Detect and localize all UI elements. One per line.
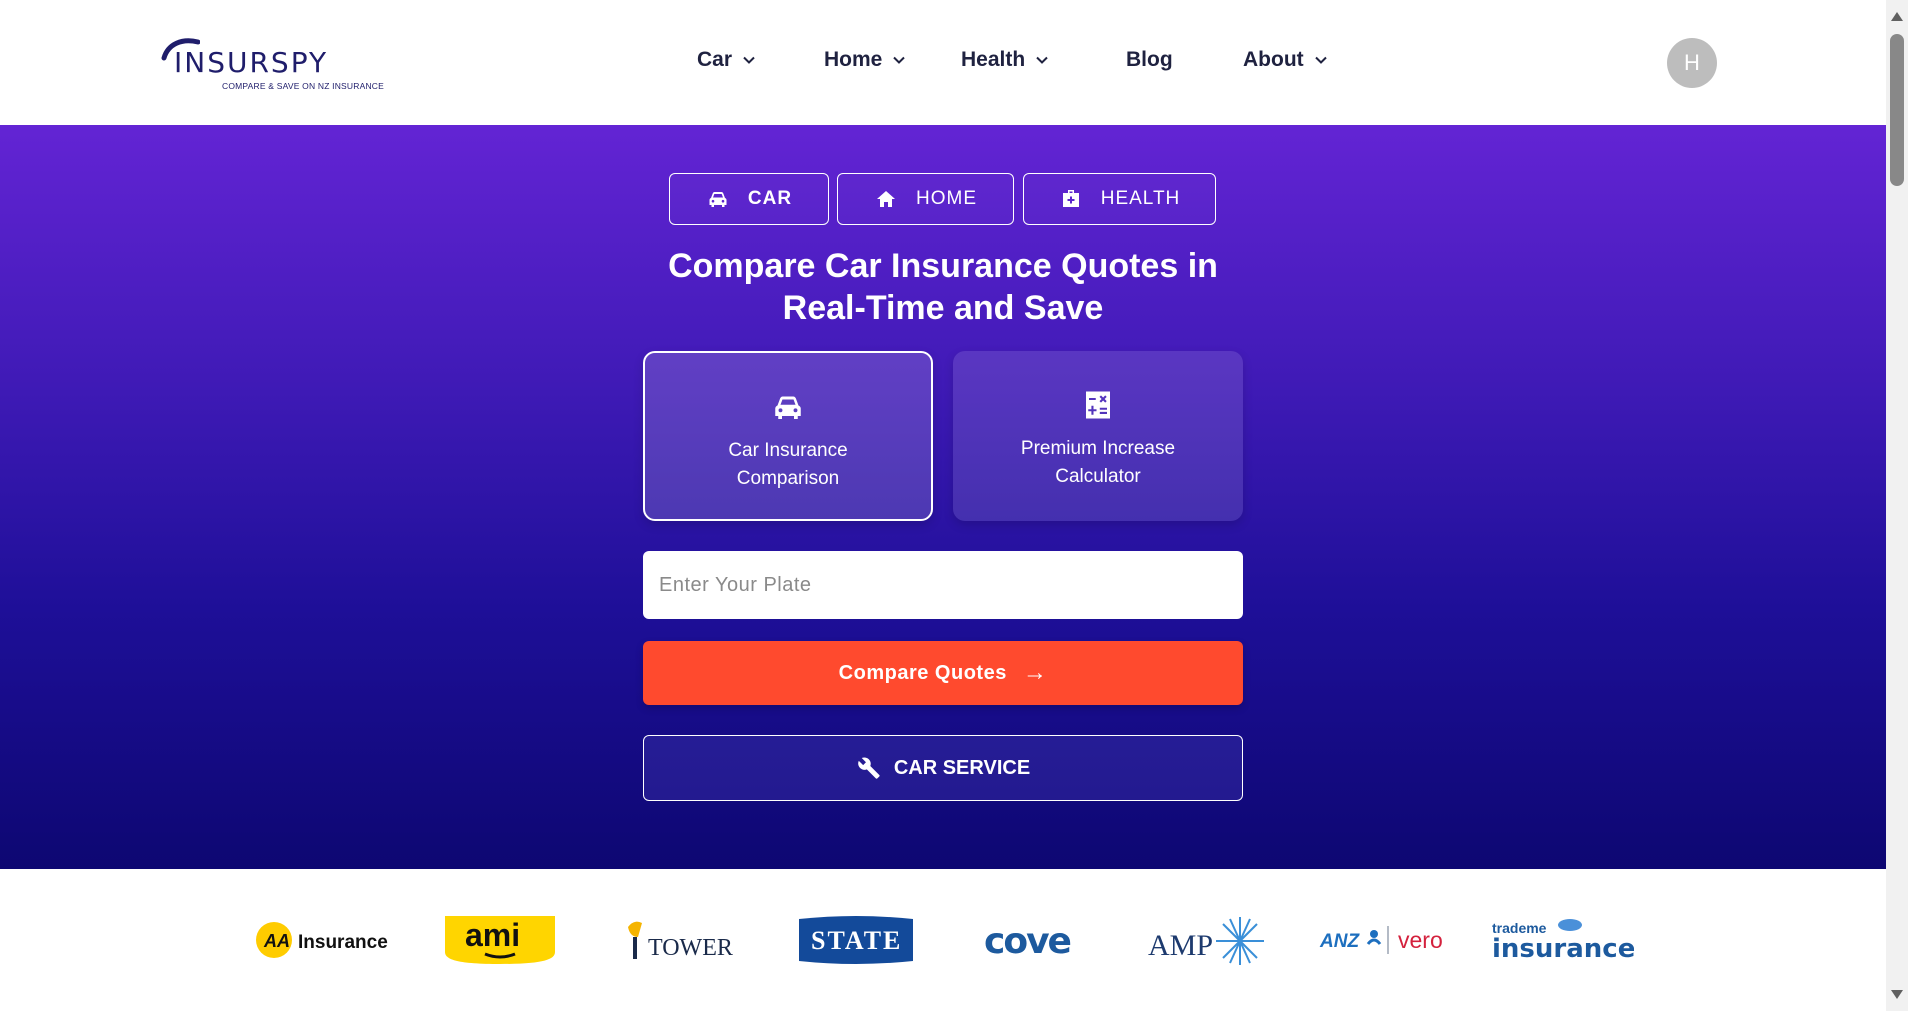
tab-car[interactable]: CAR (669, 173, 829, 225)
nav-item-about[interactable]: About (1243, 48, 1328, 72)
partner-logo-ami: ami (440, 909, 560, 971)
chevron-down-icon (1036, 56, 1048, 64)
logo-wordmark: INSURSPY (174, 46, 329, 79)
insurance-mark: insurance (1492, 934, 1634, 964)
partner-logo-cove: cove (982, 909, 1082, 971)
tab-label: HEALTH (1100, 188, 1181, 209)
nav-item-car[interactable]: Car (697, 48, 756, 72)
nav-item-label: Home (824, 48, 883, 71)
nav-item-blog[interactable]: Blog (1126, 48, 1173, 72)
nav-item-label: Health (961, 48, 1026, 71)
tab-health[interactable]: HEALTH (1023, 173, 1216, 225)
insurspy-logo[interactable]: INSURSPY COMPARE & SAVE ON NZ INSURANCE (160, 36, 384, 96)
anz-vero-logo-icon: ANZ vero (1319, 926, 1443, 954)
state-mark: STATE (811, 926, 902, 955)
tab-label: HOME (916, 188, 977, 209)
scroll-up-arrow-icon[interactable] (1891, 12, 1903, 21)
tab-home[interactable]: HOME (837, 173, 1014, 225)
partner-logos: AA Insurance ami TOWER STATE cove AMP AN… (0, 869, 1886, 1011)
option-premium-increase-calculator[interactable]: Premium Increase Calculator (953, 351, 1243, 521)
tab-label: CAR (747, 188, 793, 209)
partner-logo-trademe-insurance: trademe insurance (1490, 909, 1634, 971)
medical-kit-icon (1062, 190, 1079, 207)
chevron-down-icon (743, 56, 755, 64)
scroll-thumb[interactable] (1890, 34, 1904, 186)
nav-item-home[interactable]: Home (824, 48, 906, 72)
home-icon (877, 191, 895, 207)
amp-mark: AMP (1148, 929, 1213, 962)
vero-mark: vero (1398, 927, 1443, 953)
compare-quotes-button[interactable]: Compare Quotes → (643, 641, 1243, 705)
nav-item-label: Blog (1126, 48, 1173, 71)
partner-logo-tower: TOWER (618, 909, 733, 971)
nav-item-label: Car (697, 48, 733, 71)
calculator-icon (1086, 391, 1110, 419)
option-label: Car Insurance Comparison (728, 440, 848, 489)
wrench-icon (858, 757, 880, 779)
car-service-label: CAR SERVICE (893, 756, 1031, 779)
partner-logo-amp: AMP (1146, 909, 1270, 971)
option-car-insurance-comparison[interactable]: Car Insurance Comparison (643, 351, 933, 521)
trademe-insurance-logo-icon: trademe insurance (1492, 919, 1634, 964)
aa-mark: AA (263, 931, 290, 951)
tower-mark: TOWER (648, 935, 733, 961)
page-scrollbar[interactable] (1886, 0, 1908, 1011)
state-logo-icon: STATE (799, 916, 913, 964)
aa-insurance-logo-icon: AA Insurance (256, 922, 388, 958)
ami-mark: ami (465, 917, 520, 953)
nav-item-label: About (1243, 48, 1304, 71)
amp-logo-icon: AMP (1148, 917, 1264, 965)
scroll-down-arrow-icon[interactable] (1891, 990, 1903, 999)
partner-logo-state: STATE (796, 909, 916, 971)
user-avatar[interactable]: H (1667, 38, 1717, 88)
car-service-button[interactable]: CAR SERVICE (643, 735, 1243, 801)
partner-logo-anz-vero: ANZ vero (1318, 909, 1458, 971)
option-label: Premium Increase Calculator (1020, 438, 1176, 487)
car-icon (775, 396, 801, 419)
amp-star-icon (1216, 917, 1264, 965)
compare-quotes-label: Compare Quotes (838, 661, 1007, 684)
hero-section: CAR HOME HEALTH Compare Car Insurance Qu… (0, 125, 1886, 869)
arrow-right-icon: → (1022, 659, 1048, 686)
nav-item-health[interactable]: Health (961, 48, 1049, 72)
anz-mark: ANZ (1319, 931, 1360, 952)
hero-title: Compare Car Insurance Quotes in Real-Tim… (668, 247, 1218, 327)
chevron-down-icon (893, 56, 906, 64)
partner-logo-aa-insurance: AA Insurance (256, 909, 391, 971)
chevron-down-icon (1314, 56, 1327, 64)
aa-word: Insurance (298, 932, 388, 953)
cove-logo-icon: cove (984, 921, 1073, 962)
car-icon (709, 192, 727, 207)
ami-logo-icon: ami (445, 916, 555, 964)
cove-mark: cove (984, 921, 1071, 962)
tower-logo-icon: TOWER (628, 921, 733, 961)
plate-input[interactable] (643, 551, 1243, 619)
logo-tagline: COMPARE & SAVE ON NZ INSURANCE (222, 81, 385, 91)
site-header: INSURSPY COMPARE & SAVE ON NZ INSURANCE … (0, 0, 1886, 126)
